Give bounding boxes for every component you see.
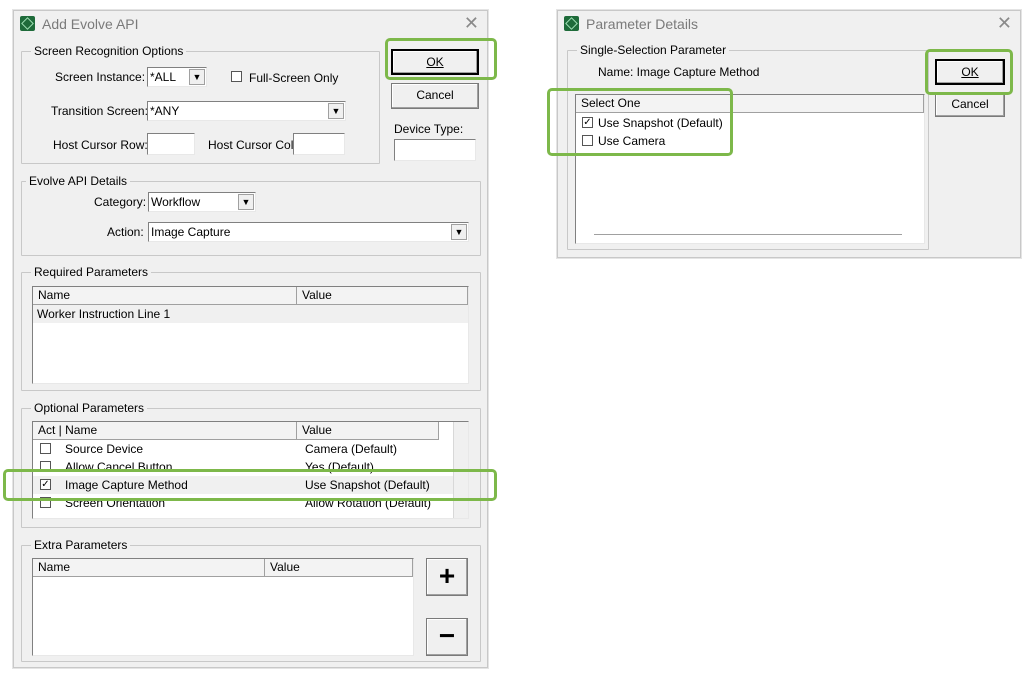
table-row[interactable]: Screen Orientation Allow Rotation (Defau… xyxy=(33,494,468,512)
table-row[interactable]: ✓ Image Capture Method Use Snapshot (Def… xyxy=(33,476,468,494)
column-header-value[interactable]: Value xyxy=(297,422,439,440)
cursor-row-label: Host Cursor Row: xyxy=(53,138,148,152)
param-dialog-titlebar: Parameter Details ✕ xyxy=(558,11,1020,37)
table-row[interactable]: Allow Cancel Button Yes (Default) xyxy=(33,458,468,476)
ok-button[interactable]: OK xyxy=(935,59,1005,85)
ok-button-label: OK xyxy=(961,65,979,79)
row-name: Allow Cancel Button xyxy=(65,460,173,474)
extra-params-legend: Extra Parameters xyxy=(31,538,131,552)
device-type-input[interactable] xyxy=(394,139,476,161)
row-value: Use Snapshot (Default) xyxy=(305,478,430,492)
action-value: Image Capture xyxy=(151,225,231,239)
app-icon xyxy=(564,16,579,31)
param-dialog-title: Parameter Details xyxy=(586,16,699,32)
column-header-name[interactable]: Name xyxy=(33,287,297,305)
remove-parameter-button[interactable]: − xyxy=(426,618,468,656)
cancel-button-label: Cancel xyxy=(951,97,989,111)
row-name: Worker Instruction Line 1 xyxy=(37,307,171,321)
transition-screen-value: *ANY xyxy=(150,104,180,118)
row-name: Image Capture Method xyxy=(65,478,188,492)
required-params-legend: Required Parameters xyxy=(31,265,152,279)
table-row[interactable]: Worker Instruction Line 1 xyxy=(33,305,468,323)
list-item[interactable]: ✓ Use Snapshot (Default) xyxy=(576,114,924,132)
column-header-act-name[interactable]: Act | Name xyxy=(33,422,297,440)
row-value: Yes (Default) xyxy=(305,460,374,474)
optional-params-group: Optional Parameters Act | Name Value Sou… xyxy=(21,401,481,528)
category-select[interactable]: Workflow ▼ xyxy=(148,192,256,212)
horizontal-scrollbar[interactable] xyxy=(594,234,902,235)
extra-params-group: Extra Parameters Name Value + − xyxy=(21,538,481,662)
row-checkbox[interactable] xyxy=(40,497,51,508)
transition-screen-label: Transition Screen: xyxy=(51,104,148,118)
column-header-value[interactable]: Value xyxy=(265,559,413,577)
add-evolve-api-dialog: Add Evolve API ✕ Screen Recognition Opti… xyxy=(13,10,488,668)
fullscreen-only-label: Full-Screen Only xyxy=(249,71,339,85)
column-header-select-one[interactable]: Select One xyxy=(576,95,924,113)
option-label: Use Snapshot (Default) xyxy=(598,116,723,130)
screen-recognition-group: Screen Recognition Options Screen Instan… xyxy=(21,44,380,164)
chevron-down-icon[interactable]: ▼ xyxy=(189,69,205,85)
optional-params-list[interactable]: Act | Name Value Source Device Camera (D… xyxy=(32,421,469,519)
transition-screen-select[interactable]: *ANY ▼ xyxy=(147,101,346,121)
screen-instance-select[interactable]: *ALL ▼ xyxy=(147,67,207,87)
chevron-down-icon[interactable]: ▼ xyxy=(238,194,254,210)
add-parameter-button[interactable]: + xyxy=(426,558,468,596)
parameter-name-label: Name: Image Capture Method xyxy=(598,65,760,79)
cancel-button[interactable]: Cancel xyxy=(935,93,1005,117)
close-icon[interactable]: ✕ xyxy=(464,13,479,33)
fullscreen-only-checkbox[interactable] xyxy=(231,71,242,82)
screen-recognition-legend: Screen Recognition Options xyxy=(31,44,187,58)
action-select[interactable]: Image Capture ▼ xyxy=(148,222,469,242)
cursor-col-input[interactable] xyxy=(293,133,345,155)
row-name: Screen Orientation xyxy=(65,496,166,510)
cursor-row-input[interactable] xyxy=(147,133,195,155)
vertical-scrollbar[interactable] xyxy=(453,422,468,518)
required-params-list[interactable]: Name Value Worker Instruction Line 1 xyxy=(32,286,469,384)
category-label: Category: xyxy=(94,195,147,209)
option-label: Use Camera xyxy=(598,134,666,148)
row-checkbox[interactable] xyxy=(40,443,51,454)
api-details-legend: Evolve API Details xyxy=(26,174,131,188)
row-checkbox[interactable] xyxy=(40,461,51,472)
device-type-label: Device Type: xyxy=(394,122,464,136)
select-one-list[interactable]: Select One ✓ Use Snapshot (Default) Use … xyxy=(575,94,925,244)
extra-params-list[interactable]: Name Value xyxy=(32,558,414,656)
category-value: Workflow xyxy=(151,195,201,209)
column-header-value[interactable]: Value xyxy=(297,287,468,305)
screen-instance-label: Screen Instance: xyxy=(55,70,146,84)
ok-button[interactable]: OK xyxy=(391,49,479,75)
row-value: Camera (Default) xyxy=(305,442,398,456)
option-checkbox-checked[interactable]: ✓ xyxy=(582,117,593,128)
screen-instance-value: *ALL xyxy=(150,70,177,84)
single-selection-legend: Single-Selection Parameter xyxy=(577,43,730,57)
row-name: Source Device xyxy=(65,442,144,456)
chevron-down-icon[interactable]: ▼ xyxy=(328,103,344,119)
single-selection-group: Single-Selection Parameter Name: Image C… xyxy=(567,43,929,250)
table-row[interactable]: Source Device Camera (Default) xyxy=(33,440,468,458)
list-item[interactable]: Use Camera xyxy=(576,132,924,150)
option-checkbox[interactable] xyxy=(582,135,593,146)
close-icon[interactable]: ✕ xyxy=(997,13,1012,33)
add-dialog-titlebar: Add Evolve API ✕ xyxy=(14,11,487,37)
chevron-down-icon[interactable]: ▼ xyxy=(451,224,467,240)
cancel-button-label: Cancel xyxy=(416,88,454,102)
minus-icon: − xyxy=(438,620,456,651)
api-details-group: Evolve API Details Category: Workflow ▼ … xyxy=(21,174,481,256)
row-checkbox-checked[interactable]: ✓ xyxy=(40,479,51,490)
cursor-col-label: Host Cursor Col: xyxy=(208,138,297,152)
required-params-group: Required Parameters Name Value Worker In… xyxy=(21,265,481,391)
column-header-name[interactable]: Name xyxy=(33,559,265,577)
cancel-button[interactable]: Cancel xyxy=(391,83,479,109)
optional-params-legend: Optional Parameters xyxy=(31,401,148,415)
app-icon xyxy=(20,16,35,31)
action-label: Action: xyxy=(107,225,144,239)
parameter-details-dialog: Parameter Details ✕ Single-Selection Par… xyxy=(557,10,1021,258)
ok-button-label: OK xyxy=(426,55,444,69)
row-value: Allow Rotation (Default) xyxy=(305,496,432,510)
add-dialog-title: Add Evolve API xyxy=(42,16,139,32)
plus-icon: + xyxy=(438,560,456,591)
